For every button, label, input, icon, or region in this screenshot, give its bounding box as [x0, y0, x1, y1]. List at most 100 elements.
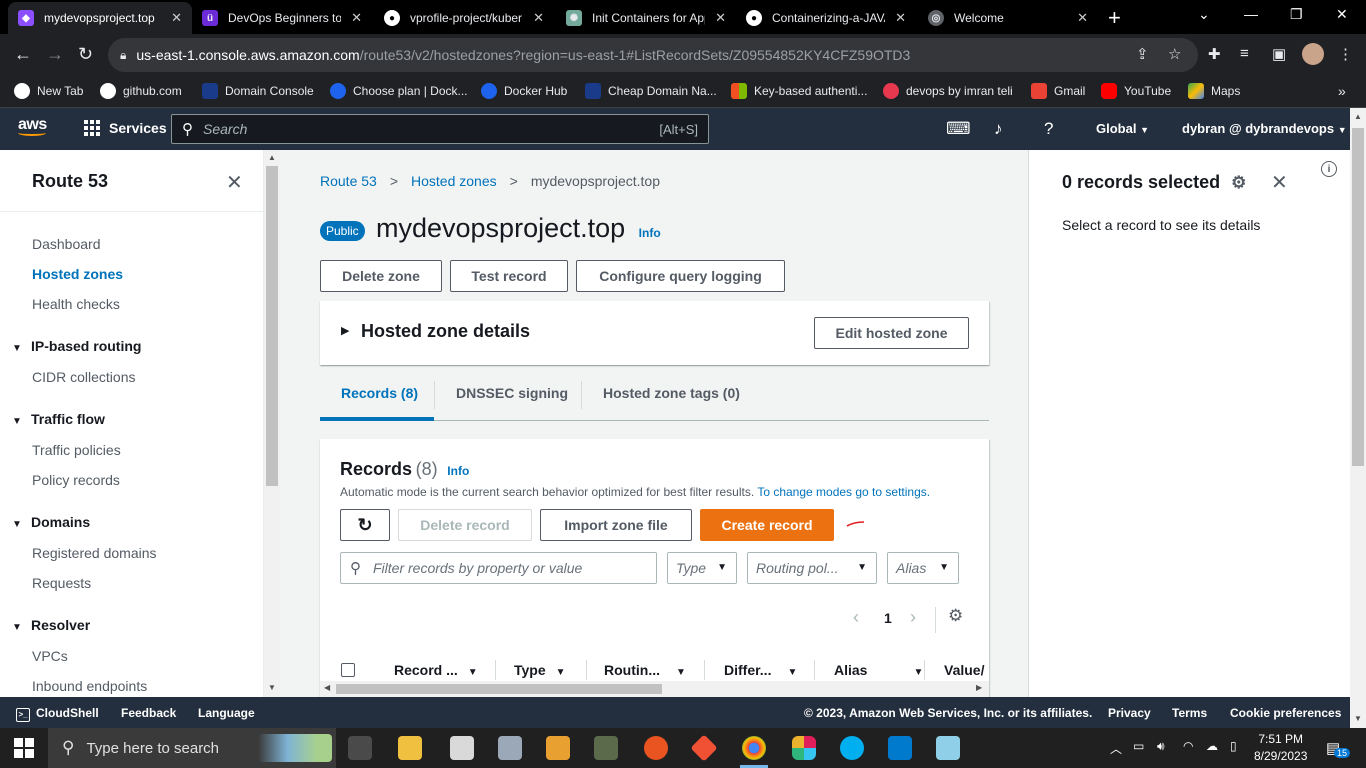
select-all-checkbox[interactable]: [341, 663, 355, 677]
edit-hosted-zone-button[interactable]: Edit hosted zone: [814, 317, 969, 349]
windows-start-icon[interactable]: [14, 738, 34, 758]
scrollbar-thumb[interactable]: [266, 166, 278, 486]
bookmark-item[interactable]: github.com: [100, 83, 182, 99]
account-menu[interactable]: dybran @ dybrandevops ▼: [1182, 121, 1347, 136]
back-arrow-icon[interactable]: ←: [14, 44, 32, 65]
close-split-panel-icon[interactable]: ✕: [1271, 170, 1288, 195]
info-panel-icon[interactable]: i: [1321, 161, 1337, 177]
create-record-button[interactable]: Create record: [700, 509, 834, 541]
sidenav-section-domains[interactable]: ▼ Domains: [12, 514, 90, 530]
taskbar-search-input[interactable]: ⚲ Type here to search: [48, 728, 336, 768]
browser-tab[interactable]: ü DevOps Beginners to Advanced ✕: [192, 2, 372, 34]
alias-filter-select[interactable]: Alias ▼: [887, 552, 959, 584]
preferences-gear-icon[interactable]: ⚙: [948, 606, 963, 626]
breadcrumb-hosted-zones[interactable]: Hosted zones: [411, 173, 497, 189]
file-explorer-icon[interactable]: [398, 736, 422, 760]
close-navigation-icon[interactable]: ✕: [226, 170, 243, 195]
restore-window-icon[interactable]: ❐: [1290, 6, 1303, 23]
column-divider[interactable]: [814, 660, 815, 680]
browser-tab[interactable]: ● vprofile-project/kuber ✕: [374, 2, 554, 34]
app-icon[interactable]: [936, 736, 960, 760]
column-divider[interactable]: [495, 660, 496, 680]
page-vertical-scrollbar[interactable]: ▲ ▼: [1350, 108, 1366, 728]
bookmark-item[interactable]: YouTube: [1101, 83, 1171, 99]
column-routing-policy[interactable]: Routin... ▼: [604, 662, 686, 678]
next-page-icon[interactable]: ›: [910, 607, 916, 628]
sidenav-item-policy-records[interactable]: Policy records: [32, 472, 120, 488]
wifi-icon[interactable]: ◠: [1183, 739, 1193, 753]
sidenav-item-hosted-zones[interactable]: Hosted zones: [32, 266, 123, 282]
breadcrumb-route53[interactable]: Route 53: [320, 173, 377, 189]
system-tray-chevron-icon[interactable]: ︿: [1110, 740, 1122, 757]
sidenav-item-cidr-collections[interactable]: CIDR collections: [32, 369, 135, 385]
browser-menu-icon[interactable]: ⋮: [1338, 45, 1353, 63]
sidenav-item-requests[interactable]: Requests: [32, 575, 91, 591]
sidenav-item-inbound-endpoints[interactable]: Inbound endpoints: [32, 678, 147, 694]
close-tab-icon[interactable]: ✕: [715, 10, 726, 26]
close-tab-icon[interactable]: ✕: [1077, 10, 1088, 26]
help-icon[interactable]: ?: [1044, 119, 1053, 139]
tab-search-chevron-icon[interactable]: ⌄: [1198, 6, 1210, 23]
column-divider[interactable]: [704, 660, 705, 680]
delete-zone-button[interactable]: Delete zone: [320, 260, 442, 292]
bookmark-item[interactable]: Gmail: [1031, 83, 1085, 99]
language-link[interactable]: Language: [198, 706, 255, 720]
profile-avatar[interactable]: [1302, 43, 1324, 65]
services-menu-button[interactable]: Services: [84, 120, 167, 136]
scroll-up-icon[interactable]: ▲: [1354, 112, 1362, 121]
slack-icon[interactable]: [792, 736, 816, 760]
sidenav-item-dashboard[interactable]: Dashboard: [32, 236, 101, 252]
column-differentiator[interactable]: Differ... ▼: [724, 662, 797, 678]
close-window-icon[interactable]: ✕: [1336, 6, 1348, 23]
side-panel-icon[interactable]: ▣: [1272, 45, 1286, 63]
bookmark-item[interactable]: Docker Hub: [481, 83, 567, 99]
settings-link[interactable]: To change modes go to settings.: [757, 485, 930, 499]
close-tab-icon[interactable]: ✕: [533, 10, 544, 26]
close-tab-icon[interactable]: ✕: [351, 10, 362, 26]
sidenav-item-vpcs[interactable]: VPCs: [32, 648, 68, 664]
scrollbar-thumb[interactable]: [336, 684, 662, 694]
hosted-zone-details-toggle[interactable]: Hosted zone details: [361, 321, 530, 342]
preferences-gear-icon[interactable]: ⚙: [1231, 173, 1246, 192]
share-icon[interactable]: ⇪: [1136, 45, 1149, 63]
sidenav-section-resolver[interactable]: ▼ Resolver: [12, 617, 90, 633]
media-player-icon[interactable]: [546, 736, 570, 760]
caret-right-icon[interactable]: ▶: [341, 324, 349, 337]
privacy-link[interactable]: Privacy: [1108, 706, 1151, 720]
browser-tab[interactable]: ✺ Init Containers for App ✕: [556, 2, 736, 34]
close-tab-icon[interactable]: ✕: [895, 10, 906, 26]
ubuntu-icon[interactable]: [644, 736, 668, 760]
info-link[interactable]: Info: [639, 226, 661, 240]
bookmark-item[interactable]: devops by imran teli: [883, 83, 1013, 99]
browser-tab-active[interactable]: ◆ mydevopsproject.top ✕: [8, 2, 192, 34]
volume-icon[interactable]: 🔊︎: [1157, 739, 1165, 754]
bookmark-item[interactable]: Key-based authenti...: [731, 83, 867, 99]
browser-tab[interactable]: ◎ Welcome ✕: [918, 2, 1098, 34]
browser-tab[interactable]: ● Containerizing-a-JAVA ✕: [736, 2, 916, 34]
skype-icon[interactable]: [840, 736, 864, 760]
configure-query-logging-button[interactable]: Configure query logging: [576, 260, 785, 292]
table-horizontal-scrollbar[interactable]: ◀ ▶: [320, 681, 989, 697]
bookmark-item[interactable]: Cheap Domain Na...: [585, 83, 717, 99]
minimize-window-icon[interactable]: —: [1244, 6, 1258, 22]
network-icon[interactable]: ▭: [1133, 739, 1144, 753]
column-record-name[interactable]: Record ... ▼: [394, 662, 478, 678]
column-value[interactable]: Value/: [944, 662, 984, 678]
app-icon[interactable]: [594, 736, 618, 760]
bookmark-star-icon[interactable]: ☆: [1168, 45, 1181, 63]
cookie-preferences-link[interactable]: Cookie preferences: [1230, 706, 1341, 720]
delete-record-button[interactable]: Delete record: [398, 509, 532, 541]
tab-records[interactable]: Records (8): [341, 385, 418, 401]
previous-page-icon[interactable]: ‹: [853, 607, 859, 628]
tab-hosted-zone-tags[interactable]: Hosted zone tags (0): [603, 385, 740, 401]
taskbar-clock[interactable]: 7:51 PM 8/29/2023: [1254, 732, 1307, 763]
close-tab-icon[interactable]: ✕: [171, 10, 182, 26]
scroll-down-icon[interactable]: ▼: [1354, 714, 1362, 723]
more-bookmarks-icon[interactable]: »: [1338, 83, 1346, 99]
column-divider[interactable]: [586, 660, 587, 680]
sidenav-section-traffic-flow[interactable]: ▼ Traffic flow: [12, 411, 105, 427]
sidenav-scrollbar[interactable]: ▲ ▼: [264, 150, 280, 697]
battery-icon[interactable]: ▯: [1230, 739, 1237, 753]
refresh-button[interactable]: ↻: [340, 509, 390, 541]
task-view-icon[interactable]: [348, 736, 372, 760]
